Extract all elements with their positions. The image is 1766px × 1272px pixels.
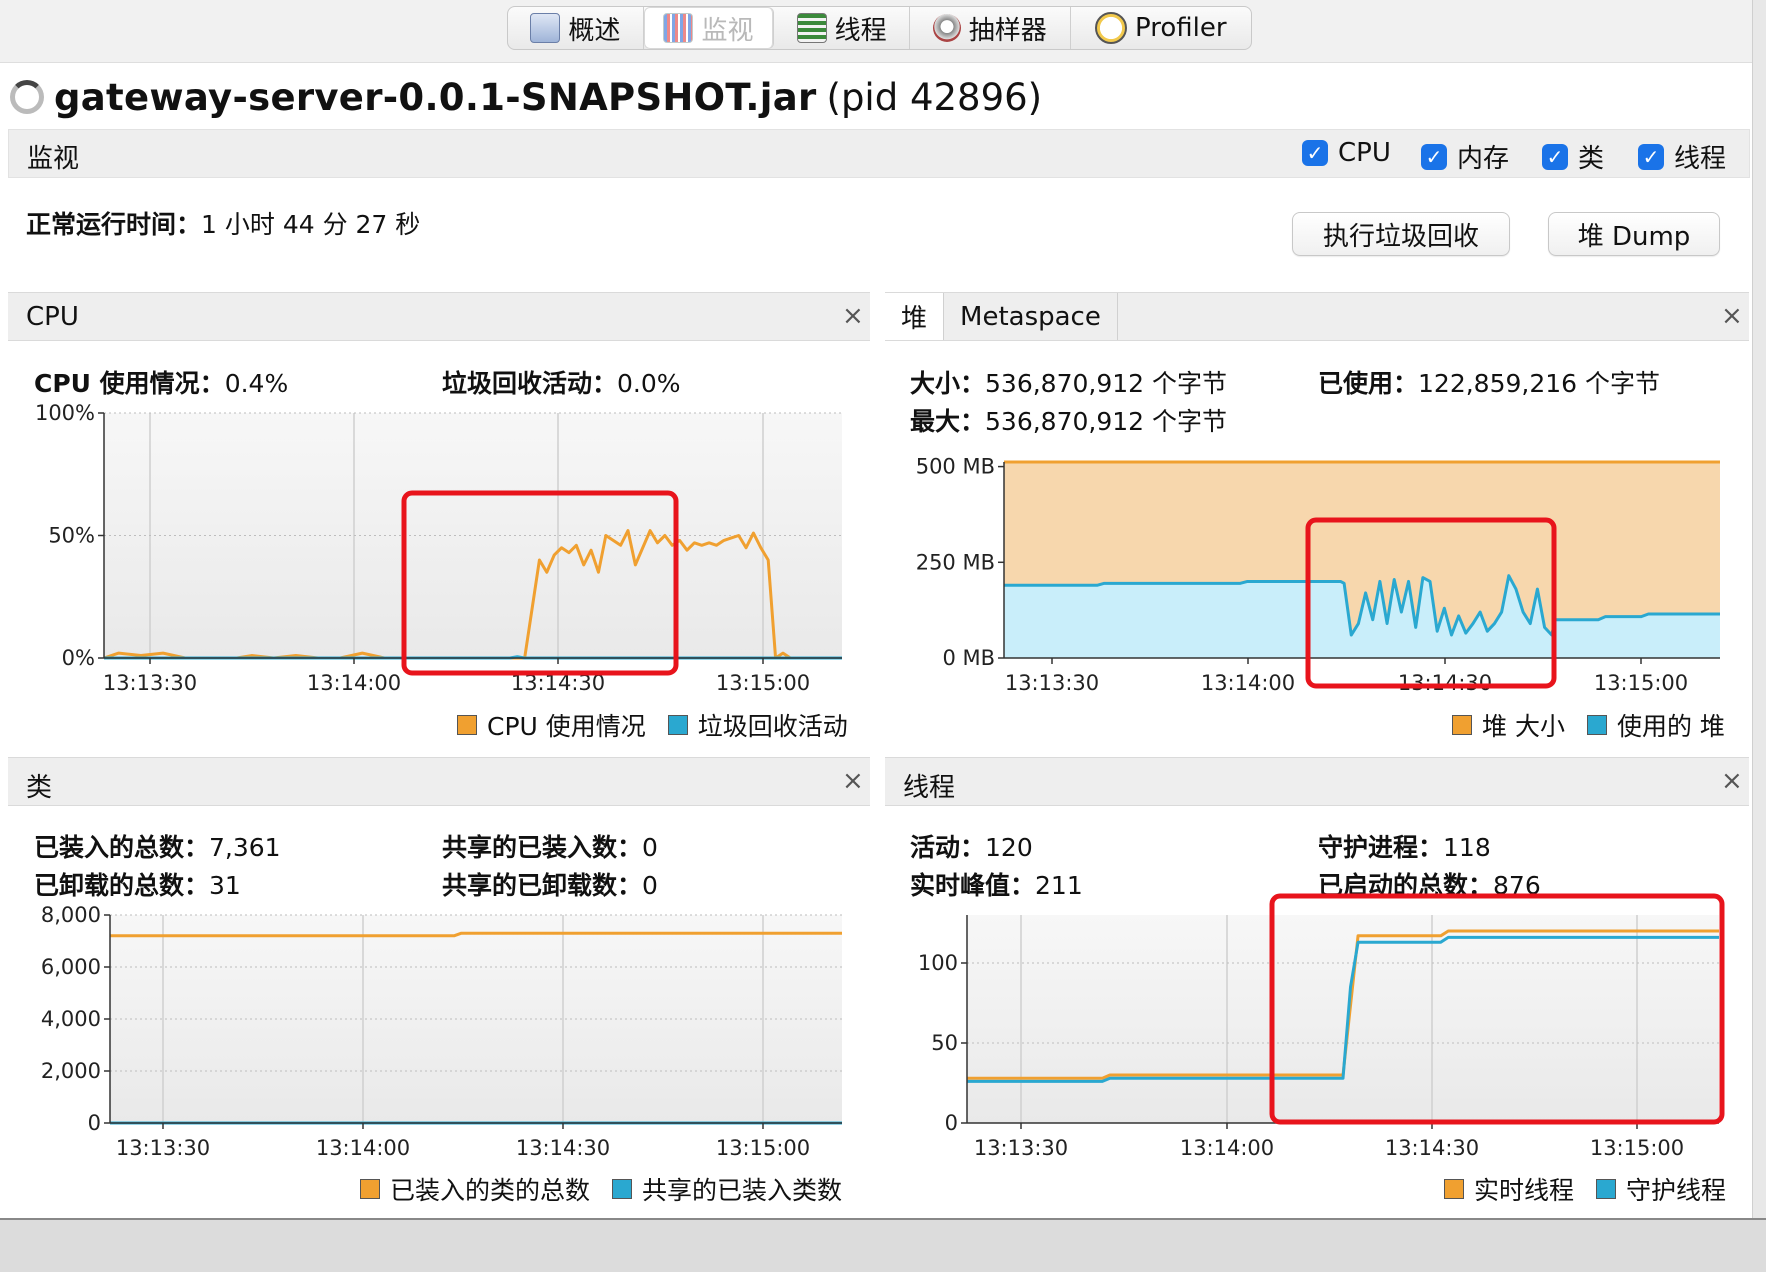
bottom-bar bbox=[0, 1218, 1766, 1272]
threads-plot-area bbox=[967, 915, 1719, 1123]
heap-y-tick-label: 250 MB bbox=[916, 550, 995, 574]
threads-legend: 实时线程 守护线程 bbox=[1444, 1171, 1726, 1207]
legend-swatch bbox=[1586, 715, 1607, 735]
cpu-x-tick-label: 13:13:30 bbox=[103, 671, 197, 695]
heap-x-tick-label: 13:14:00 bbox=[1201, 671, 1295, 695]
threads-x-tick-label: 13:15:00 bbox=[1590, 1136, 1684, 1160]
heap-legend: 堆 大小 使用的 堆 bbox=[1452, 707, 1725, 743]
legend-label: 共享的已装入类数 bbox=[642, 1176, 843, 1205]
legend-label: 垃圾回收活动 bbox=[697, 712, 848, 741]
cpu-legend: CPU 使用情况 垃圾回收活动 bbox=[457, 707, 848, 743]
legend-label: 使用的 堆 bbox=[1616, 712, 1725, 741]
heap-x-tick-label: 13:14:30 bbox=[1398, 671, 1492, 695]
classes-x-tick-label: 13:14:30 bbox=[516, 1136, 610, 1160]
legend-label: 守护线程 bbox=[1626, 1176, 1727, 1205]
legend-swatch bbox=[1452, 715, 1472, 735]
threads-x-tick-label: 13:14:00 bbox=[1180, 1136, 1274, 1160]
classes-y-tick-label: 8,000 bbox=[41, 903, 101, 927]
classes-y-tick-label: 0 bbox=[88, 1111, 101, 1135]
legend-swatch bbox=[360, 1179, 380, 1199]
cpu-y-tick-label: 0% bbox=[62, 646, 95, 670]
threads-y-tick-label: 0 bbox=[945, 1111, 958, 1135]
legend-label: CPU 使用情况 bbox=[487, 712, 646, 741]
classes-y-tick-label: 4,000 bbox=[41, 1007, 101, 1031]
heap-x-tick-label: 13:13:30 bbox=[1005, 671, 1099, 695]
window-edge bbox=[1752, 0, 1766, 1218]
classes-legend: 已装入的类的总数 共享的已装入类数 bbox=[360, 1171, 842, 1207]
cpu-x-tick-label: 13:14:00 bbox=[307, 671, 401, 695]
legend-swatch bbox=[1596, 1179, 1617, 1199]
threads-x-tick-label: 13:13:30 bbox=[974, 1136, 1068, 1160]
heap-y-tick-label: 0 MB bbox=[942, 646, 995, 670]
threads-y-tick-label: 100 bbox=[918, 951, 958, 975]
cpu-x-tick-label: 13:15:00 bbox=[716, 671, 810, 695]
legend-label: 实时线程 bbox=[1474, 1176, 1575, 1205]
legend-swatch bbox=[612, 1179, 633, 1199]
cpu-y-tick-label: 100% bbox=[35, 401, 95, 425]
threads-x-tick-label: 13:14:30 bbox=[1385, 1136, 1479, 1160]
legend-label: 已装入的类的总数 bbox=[390, 1176, 591, 1205]
classes-x-tick-label: 13:13:30 bbox=[116, 1136, 210, 1160]
classes-x-tick-label: 13:15:00 bbox=[716, 1136, 810, 1160]
legend-label: 堆 大小 bbox=[1482, 712, 1565, 741]
legend-swatch bbox=[1444, 1179, 1464, 1199]
cpu-y-tick-label: 50% bbox=[48, 524, 95, 548]
legend-swatch bbox=[667, 715, 688, 735]
charts-layer: 100% 50% 0% 13:13:30 13:14:00 13:14:30 13:15:0… bbox=[35, 401, 1725, 1160]
heap-y-tick-label: 500 MB bbox=[916, 455, 995, 479]
heap-x-tick-label: 13:15:00 bbox=[1594, 671, 1688, 695]
threads-y-tick-label: 50 bbox=[931, 1031, 958, 1055]
legend-swatch bbox=[457, 715, 477, 735]
classes-y-tick-label: 2,000 bbox=[41, 1059, 101, 1083]
classes-x-tick-label: 13:14:00 bbox=[316, 1136, 410, 1160]
classes-y-tick-label: 6,000 bbox=[41, 955, 101, 979]
